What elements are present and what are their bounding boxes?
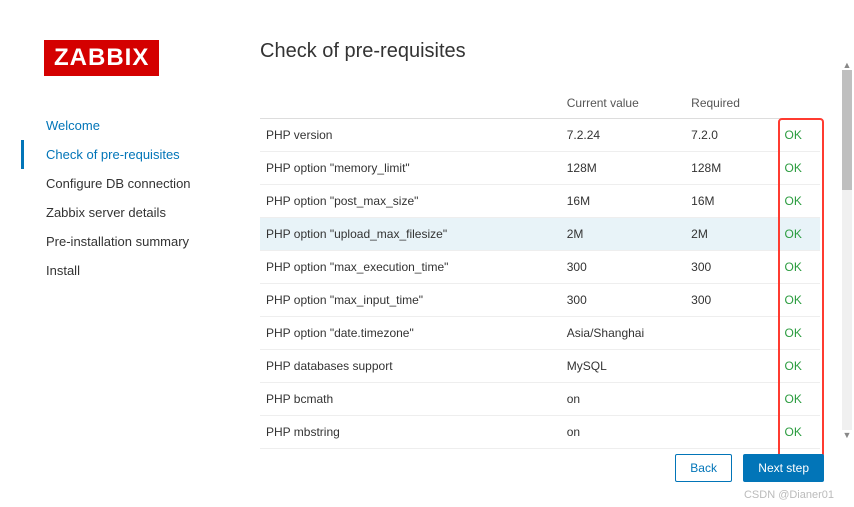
- table-row: PHP mbstringon OK: [260, 416, 820, 449]
- th-status: [779, 88, 821, 119]
- cell-required: [685, 383, 778, 416]
- table-row: PHP option "post_max_size"16M16MOK: [260, 185, 820, 218]
- cell-status: OK: [779, 284, 821, 317]
- table-row: PHP option "max_execution_time"300300OK: [260, 251, 820, 284]
- sidebar: ZABBIX WelcomeCheck of pre-requisitesCon…: [0, 0, 260, 507]
- cell-name: PHP bcmath: [260, 383, 561, 416]
- table-row: PHP option "memory_limit"128M128MOK: [260, 152, 820, 185]
- scrollbar[interactable]: ▲ ▼: [842, 60, 852, 440]
- cell-status: OK: [779, 317, 821, 350]
- scroll-down-icon[interactable]: ▼: [842, 430, 852, 440]
- table-row: PHP bcmathon OK: [260, 383, 820, 416]
- cell-required: 128M: [685, 152, 778, 185]
- table-header-row: Current value Required: [260, 88, 820, 119]
- prereq-table: Current value Required PHP version7.2.24…: [260, 88, 820, 449]
- table-row: PHP option "date.timezone"Asia/Shanghai O…: [260, 317, 820, 350]
- cell-status: OK: [779, 185, 821, 218]
- next-step-button[interactable]: Next step: [743, 454, 824, 482]
- cell-name: PHP option "max_input_time": [260, 284, 561, 317]
- cell-name: PHP version: [260, 119, 561, 152]
- table-row: PHP option "upload_max_filesize"2M2MOK: [260, 218, 820, 251]
- nav-list: WelcomeCheck of pre-requisitesConfigure …: [44, 111, 260, 285]
- nav-item[interactable]: Welcome: [46, 111, 260, 140]
- cell-required: 300: [685, 251, 778, 284]
- cell-required: [685, 317, 778, 350]
- cell-current: 128M: [561, 152, 685, 185]
- cell-status: OK: [779, 251, 821, 284]
- table-body: PHP version7.2.247.2.0OKPHP option "memo…: [260, 119, 820, 449]
- logo: ZABBIX: [44, 40, 159, 76]
- table-wrapper: Current value Required PHP version7.2.24…: [260, 88, 820, 449]
- cell-current: on: [561, 416, 685, 449]
- cell-name: PHP option "upload_max_filesize": [260, 218, 561, 251]
- cell-status: OK: [779, 152, 821, 185]
- cell-status: OK: [779, 383, 821, 416]
- scroll-track[interactable]: [842, 70, 852, 430]
- cell-name: PHP option "memory_limit": [260, 152, 561, 185]
- cell-name: PHP mbstring: [260, 416, 561, 449]
- watermark-text: CSDN @Dianer01: [744, 489, 834, 501]
- cell-current: 300: [561, 251, 685, 284]
- cell-required: 2M: [685, 218, 778, 251]
- th-current: Current value: [561, 88, 685, 119]
- nav-item: Pre-installation summary: [46, 227, 260, 256]
- nav-item: Zabbix server details: [46, 198, 260, 227]
- cell-status: OK: [779, 119, 821, 152]
- cell-current: MySQL: [561, 350, 685, 383]
- scroll-thumb[interactable]: [842, 70, 852, 190]
- page-title: Check of pre-requisites: [260, 40, 834, 63]
- scroll-up-icon[interactable]: ▲: [842, 60, 852, 70]
- cell-name: PHP option "post_max_size": [260, 185, 561, 218]
- app-container: ZABBIX WelcomeCheck of pre-requisitesCon…: [0, 0, 854, 507]
- cell-name: PHP option "date.timezone": [260, 317, 561, 350]
- cell-required: 7.2.0: [685, 119, 778, 152]
- cell-required: [685, 416, 778, 449]
- nav-item[interactable]: Check of pre-requisites: [46, 140, 260, 169]
- nav-item: Configure DB connection: [46, 169, 260, 198]
- table-row: PHP databases supportMySQL OK: [260, 350, 820, 383]
- button-row: Back Next step: [667, 454, 824, 482]
- cell-current: 300: [561, 284, 685, 317]
- back-button[interactable]: Back: [675, 454, 732, 482]
- cell-required: [685, 350, 778, 383]
- cell-status: OK: [779, 218, 821, 251]
- cell-current: Asia/Shanghai: [561, 317, 685, 350]
- cell-required: 16M: [685, 185, 778, 218]
- nav-item: Install: [46, 256, 260, 285]
- cell-current: 2M: [561, 218, 685, 251]
- cell-current: 16M: [561, 185, 685, 218]
- th-required: Required: [685, 88, 778, 119]
- cell-current: 7.2.24: [561, 119, 685, 152]
- cell-current: on: [561, 383, 685, 416]
- cell-name: PHP option "max_execution_time": [260, 251, 561, 284]
- th-name: [260, 88, 561, 119]
- cell-status: OK: [779, 416, 821, 449]
- table-row: PHP version7.2.247.2.0OK: [260, 119, 820, 152]
- cell-required: 300: [685, 284, 778, 317]
- main-content: Check of pre-requisites Current value Re…: [260, 0, 854, 507]
- table-row: PHP option "max_input_time"300300OK: [260, 284, 820, 317]
- cell-status: OK: [779, 350, 821, 383]
- cell-name: PHP databases support: [260, 350, 561, 383]
